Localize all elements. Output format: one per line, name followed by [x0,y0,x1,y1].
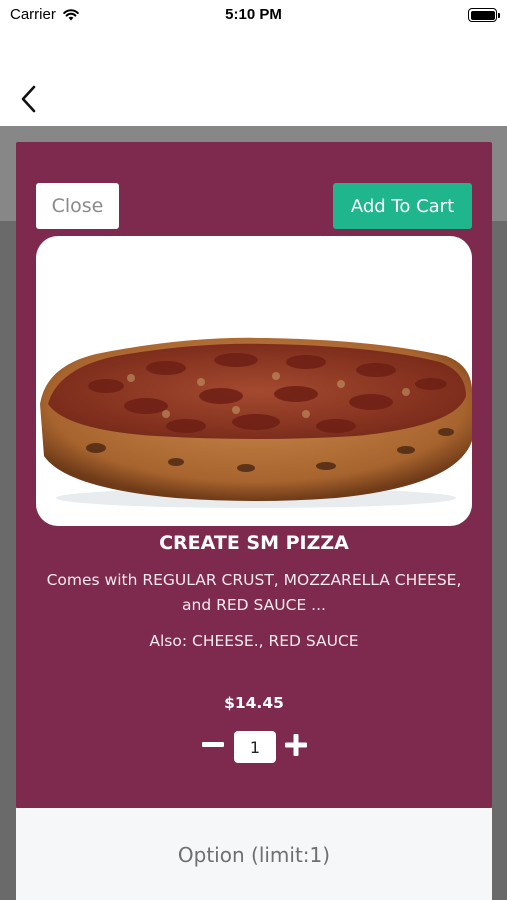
chevron-left-icon [21,85,36,113]
decrease-quantity-button[interactable] [199,729,227,761]
pizza-illustration [40,337,472,508]
item-also-includes: Also: CHEESE., RED SAUCE [149,632,359,650]
add-to-cart-button[interactable]: Add To Cart [333,183,472,229]
options-section: Option (limit:1) [16,808,492,900]
increase-quantity-button[interactable] [282,729,310,761]
option-limit-label: Option (limit:1) [177,843,331,867]
item-title: CREATE SM PIZZA [159,532,349,554]
quantity-input[interactable] [234,731,276,763]
pizza-image [36,236,472,526]
back-button[interactable] [14,82,44,116]
status-bar: Carrier 5:10 PM [0,0,507,30]
item-description: Comes with REGULAR CRUST, MOZZARELLA CHE… [46,571,462,614]
minus-icon [202,742,224,747]
close-button[interactable]: Close [36,183,119,229]
quantity-stepper [16,729,492,765]
battery-level [470,10,495,20]
clock: 5:10 PM [225,6,282,23]
item-price: $14.45 [224,694,284,712]
item-detail-modal: Close Add To Cart CREATE SM PIZZA Comes … [16,142,492,808]
plus-icon [285,734,307,756]
navigation-bar [0,30,507,126]
battery-icon [468,8,500,22]
